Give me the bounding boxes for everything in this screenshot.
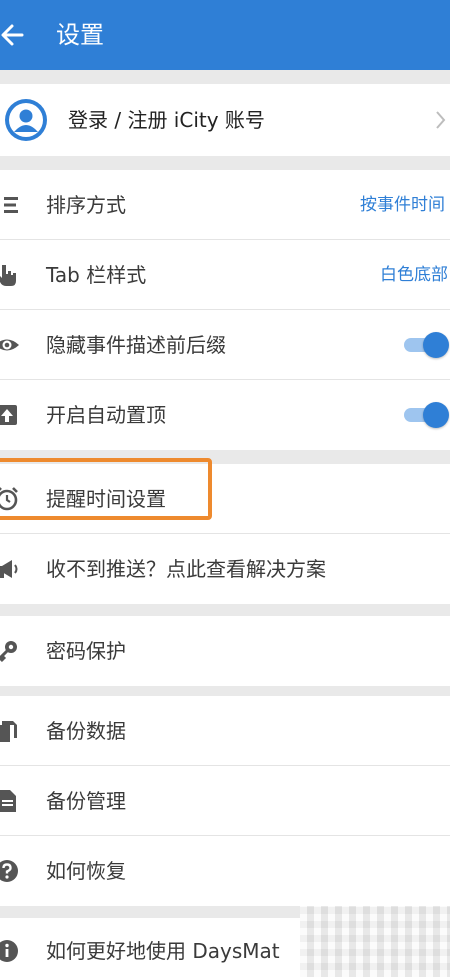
password-protection-label: 密码保护 <box>46 639 126 663</box>
account-login-row[interactable]: 登录 / 注册 iCity 账号 <box>0 84 450 156</box>
avatar-icon <box>5 99 47 141</box>
password-protection-row[interactable]: 密码保护 <box>0 616 450 686</box>
pin-to-top-icon <box>0 405 17 425</box>
toggle-knob <box>423 402 449 428</box>
how-to-use-label: 如何更好地使用 DaysMat <box>46 939 280 963</box>
document-icon <box>0 790 16 812</box>
alarm-clock-icon <box>0 487 18 511</box>
reminder-time-label: 提醒时间设置 <box>46 487 166 511</box>
back-arrow-icon[interactable] <box>0 18 30 52</box>
sort-order-row[interactable]: 排序方式 按事件时间 <box>0 170 450 240</box>
backup-section: 备份数据 备份管理 如何恢复 <box>0 696 450 906</box>
reminder-section: 提醒时间设置 收不到推送？点此查看解决方案 <box>0 464 450 604</box>
page-title: 设置 <box>56 21 104 49</box>
touch-hand-icon <box>0 265 16 286</box>
auto-pin-label: 开启自动置顶 <box>46 403 166 427</box>
auto-pin-toggle[interactable] <box>404 402 450 428</box>
sort-order-value: 按事件时间 <box>360 195 445 215</box>
copy-document-icon <box>0 721 17 742</box>
info-circle-icon <box>0 940 18 962</box>
tab-style-row[interactable]: Tab 栏样式 白色底部 <box>0 240 450 310</box>
security-section: 密码保护 <box>0 616 450 686</box>
tab-style-value: 白色底部 <box>380 265 448 285</box>
tab-style-label: Tab 栏样式 <box>46 263 147 287</box>
hide-affix-row: 隐藏事件描述前后缀 <box>0 310 450 380</box>
push-help-label: 收不到推送？点此查看解决方案 <box>46 557 326 581</box>
sort-order-label: 排序方式 <box>46 193 126 217</box>
account-login-label: 登录 / 注册 iCity 账号 <box>68 108 265 132</box>
backup-data-row[interactable]: 备份数据 <box>0 696 450 766</box>
sort-list-icon <box>4 197 18 213</box>
app-bar: 设置 <box>0 0 450 70</box>
backup-manage-row[interactable]: 备份管理 <box>0 766 450 836</box>
restore-help-label: 如何恢复 <box>46 859 126 883</box>
reminder-time-row[interactable]: 提醒时间设置 <box>0 464 450 534</box>
key-icon <box>0 641 17 663</box>
eye-icon <box>0 339 19 351</box>
hide-affix-label: 隐藏事件描述前后缀 <box>46 333 226 357</box>
chevron-right-icon <box>436 111 446 129</box>
backup-data-label: 备份数据 <box>46 719 126 743</box>
megaphone-icon <box>0 560 18 578</box>
auto-pin-row: 开启自动置顶 <box>0 380 450 450</box>
watermark-mosaic <box>300 906 450 977</box>
push-help-row[interactable]: 收不到推送？点此查看解决方案 <box>0 534 450 604</box>
restore-help-row[interactable]: 如何恢复 <box>0 836 450 906</box>
backup-manage-label: 备份管理 <box>46 789 126 813</box>
hide-affix-toggle[interactable] <box>404 332 450 358</box>
question-circle-icon <box>0 860 18 882</box>
toggle-knob <box>423 332 449 358</box>
display-settings-section: 排序方式 按事件时间 Tab 栏样式 白色底部 隐藏事件描述前后缀 开启自动置顶 <box>0 170 450 450</box>
